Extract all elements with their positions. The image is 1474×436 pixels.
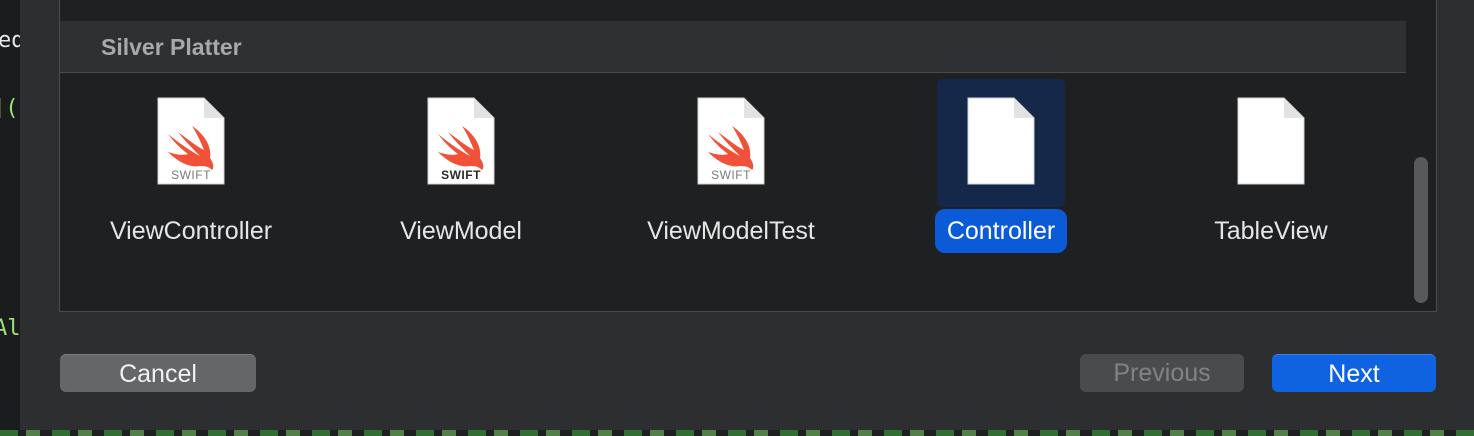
cancel-button[interactable]: Cancel bbox=[60, 354, 256, 392]
section-header: Silver Platter bbox=[60, 21, 1406, 73]
previous-button[interactable]: Previous bbox=[1080, 354, 1244, 392]
code-fragment: ed bbox=[0, 28, 20, 53]
template-label: TableView bbox=[1161, 217, 1381, 246]
section-title: Silver Platter bbox=[101, 34, 242, 60]
template-label: ViewController bbox=[81, 217, 301, 246]
template-label-text: TableView bbox=[1214, 217, 1328, 245]
template-label-text: ViewController bbox=[109, 217, 273, 245]
template-item-controller[interactable]: Controller bbox=[891, 79, 1111, 279]
template-label: ViewModelTest bbox=[621, 217, 841, 246]
swift-file-badge: SWIFT bbox=[441, 168, 481, 182]
new-file-sheet: Silver Platter SWIFT ViewController SWIFT V… bbox=[20, 0, 1474, 430]
template-chooser: Silver Platter SWIFT ViewController SWIFT V… bbox=[59, 0, 1437, 312]
template-item-viewmodeltest[interactable]: SWIFT ViewModelTest bbox=[621, 79, 841, 279]
next-button[interactable]: Next bbox=[1272, 354, 1436, 392]
code-editor-bottom-line bbox=[0, 430, 1474, 436]
previous-section-row bbox=[60, 0, 1406, 22]
swift-file-badge: SWIFT bbox=[711, 168, 751, 182]
template-item-viewcontroller[interactable]: SWIFT ViewController bbox=[81, 79, 301, 279]
scrollbar[interactable] bbox=[1406, 72, 1436, 311]
template-item-tableview[interactable]: TableView bbox=[1161, 79, 1381, 279]
code-fragment: Al bbox=[0, 316, 20, 341]
code-editor-background: ed ]( Al bbox=[0, 0, 20, 436]
blank-file-icon bbox=[1237, 97, 1305, 185]
template-label-text: ViewModel bbox=[400, 217, 522, 245]
template-label-text: ViewModelTest bbox=[647, 217, 815, 245]
code-fragment: ]( bbox=[0, 96, 19, 121]
blank-file-icon bbox=[967, 97, 1035, 185]
template-label: ViewModel bbox=[351, 217, 571, 246]
scrollbar-thumb[interactable] bbox=[1414, 157, 1428, 303]
swift-file-badge: SWIFT bbox=[171, 168, 211, 182]
template-item-viewmodel[interactable]: SWIFT ViewModel bbox=[351, 79, 571, 279]
template-label-text: Controller bbox=[934, 209, 1068, 253]
template-label: Controller bbox=[891, 209, 1111, 253]
